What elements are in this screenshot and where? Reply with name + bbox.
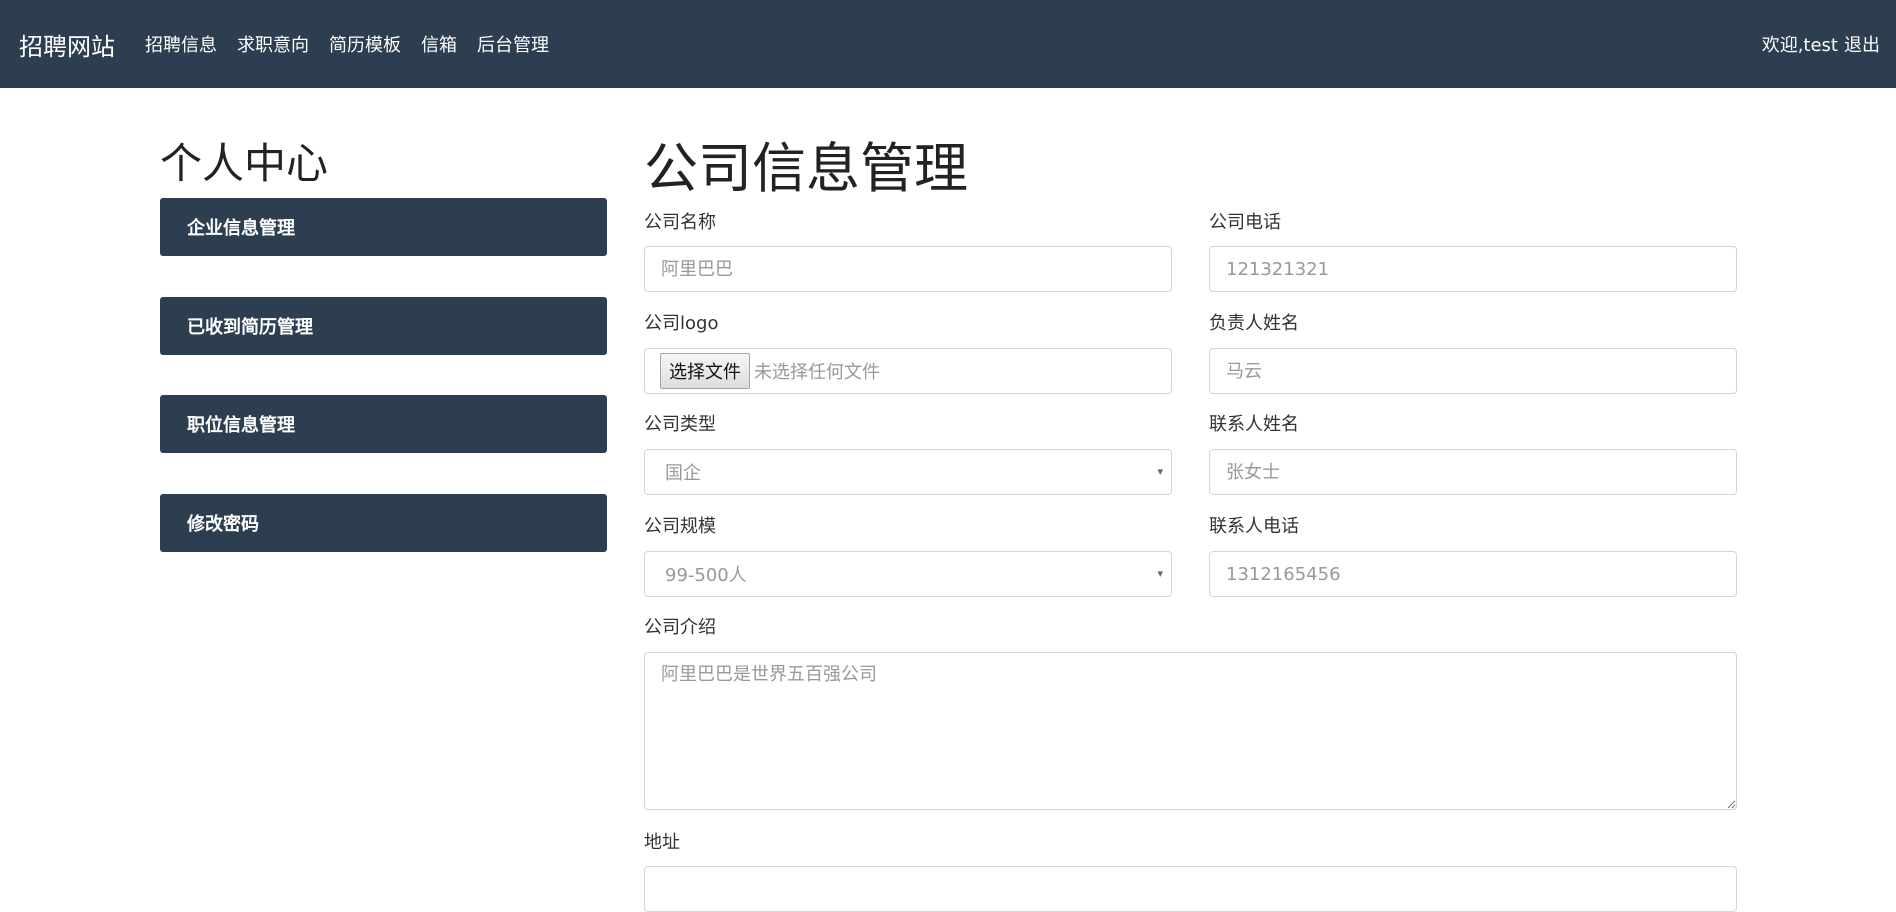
company-type-label: 公司类型 xyxy=(644,414,716,435)
address-label: 地址 xyxy=(644,832,680,853)
sidebar-title: 个人中心 xyxy=(160,139,329,188)
chevron-down-icon: ▾ xyxy=(1157,465,1163,478)
company-phone-input[interactable] xyxy=(1209,246,1737,292)
manager-name-label: 负责人姓名 xyxy=(1209,313,1299,334)
company-size-select[interactable]: 99-500人 ▾ xyxy=(644,551,1172,597)
contact-name-label: 联系人姓名 xyxy=(1209,414,1299,435)
nav-link-resume-templates[interactable]: 简历模板 xyxy=(329,31,401,57)
sidebar-item-company-info[interactable]: 企业信息管理 xyxy=(160,198,607,256)
chevron-down-icon: ▾ xyxy=(1157,567,1163,580)
nav-links: 招聘信息 求职意向 简历模板 信箱 后台管理 xyxy=(135,31,559,57)
top-navbar: 招聘网站 招聘信息 求职意向 简历模板 信箱 后台管理 欢迎,test 退出 xyxy=(0,0,1896,88)
nav-link-jobs[interactable]: 招聘信息 xyxy=(145,31,217,57)
contact-name-input[interactable] xyxy=(1209,449,1737,495)
company-name-input[interactable] xyxy=(644,246,1172,292)
page-title: 公司信息管理 xyxy=(644,137,968,200)
company-intro-label: 公司介绍 xyxy=(644,617,716,638)
company-type-value: 国企 xyxy=(665,463,701,484)
company-phone-label: 公司电话 xyxy=(1209,212,1281,233)
sidebar-item-job-info[interactable]: 职位信息管理 xyxy=(160,395,607,453)
sidebar-item-change-password[interactable]: 修改密码 xyxy=(160,494,607,552)
user-area: 欢迎,test 退出 xyxy=(1762,0,1880,88)
logout-link[interactable]: 退出 xyxy=(1844,31,1880,57)
contact-phone-label: 联系人电话 xyxy=(1209,516,1299,537)
file-status-text: 未选择任何文件 xyxy=(754,362,880,383)
company-size-value: 99-500人 xyxy=(665,565,747,586)
company-logo-file-input[interactable]: 选择文件 未选择任何文件 xyxy=(644,348,1172,394)
choose-file-button[interactable]: 选择文件 xyxy=(660,353,750,389)
sidebar-item-received-resumes[interactable]: 已收到简历管理 xyxy=(160,297,607,355)
company-size-label: 公司规模 xyxy=(644,516,716,537)
nav-link-admin[interactable]: 后台管理 xyxy=(477,31,549,57)
company-name-label: 公司名称 xyxy=(644,212,716,233)
contact-phone-input[interactable] xyxy=(1209,551,1737,597)
company-logo-label: 公司logo xyxy=(644,313,719,334)
company-type-select[interactable]: 国企 ▾ xyxy=(644,449,1172,495)
welcome-text: 欢迎,test xyxy=(1761,35,1838,56)
site-brand[interactable]: 招聘网站 xyxy=(19,27,115,62)
manager-name-input[interactable] xyxy=(1209,348,1737,394)
nav-link-mailbox[interactable]: 信箱 xyxy=(421,31,457,57)
nav-link-job-intent[interactable]: 求职意向 xyxy=(237,31,309,57)
company-intro-textarea[interactable] xyxy=(644,652,1737,810)
address-input[interactable] xyxy=(644,866,1737,912)
